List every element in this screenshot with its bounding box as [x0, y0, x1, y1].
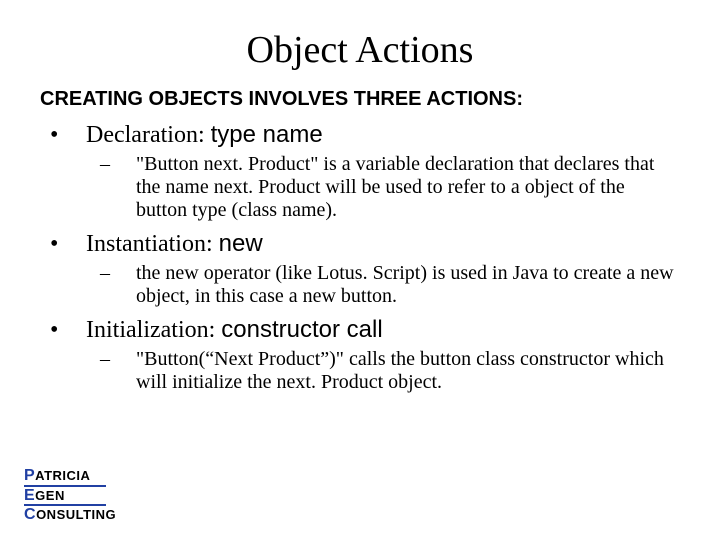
logo-line-1: PATRICIA: [24, 468, 116, 483]
slide-subtitle: CREATING OBJECTS INVOLVES THREE ACTIONS:: [40, 88, 680, 111]
bullet-dot-icon: •: [68, 317, 86, 344]
bullet-dot-icon: •: [68, 231, 86, 258]
logo-rule-icon: [24, 504, 106, 506]
bullet-label: Instantiation:: [86, 231, 213, 257]
subbullet-text: "Button(“Next Product”)" calls the butto…: [136, 348, 664, 393]
bullet-code: constructor call: [221, 316, 382, 343]
subbullet-text: "Button next. Product" is a variable dec…: [136, 153, 654, 221]
logo-cap: P: [24, 468, 35, 483]
logo-rest: ATRICIA: [35, 468, 90, 483]
logo-rule-icon: [24, 485, 106, 487]
logo-cap: E: [24, 488, 35, 503]
logo: PATRICIA EGEN CONSULTING: [24, 468, 116, 522]
subbullet-instantiation: –the new operator (like Lotus. Script) i…: [118, 262, 680, 308]
bullet-declaration: •Declaration: type name: [68, 121, 680, 149]
logo-cap: C: [24, 507, 36, 522]
dash-icon: –: [118, 348, 136, 371]
dash-icon: –: [118, 153, 136, 176]
bullet-code: type name: [211, 121, 323, 148]
subbullet-text: the new operator (like Lotus. Script) is…: [136, 262, 674, 307]
logo-rest: GEN: [35, 488, 65, 503]
slide: Object Actions CREATING OBJECTS INVOLVES…: [0, 0, 720, 540]
subbullet-initialization: –"Button(“Next Product”)" calls the butt…: [118, 348, 680, 394]
bullet-initialization: •Initialization: constructor call: [68, 316, 680, 344]
bullet-dot-icon: •: [68, 122, 86, 149]
logo-rest: ONSULTING: [36, 507, 116, 522]
subbullet-declaration: –"Button next. Product" is a variable de…: [118, 153, 680, 222]
bullet-instantiation: •Instantiation: new: [68, 230, 680, 258]
dash-icon: –: [118, 262, 136, 285]
bullet-label: Initialization:: [86, 317, 215, 343]
bullet-label: Declaration:: [86, 122, 205, 148]
bullet-code: new: [219, 230, 263, 257]
logo-line-3: CONSULTING: [24, 507, 116, 522]
slide-title: Object Actions: [40, 28, 680, 72]
logo-line-2: EGEN: [24, 488, 116, 503]
